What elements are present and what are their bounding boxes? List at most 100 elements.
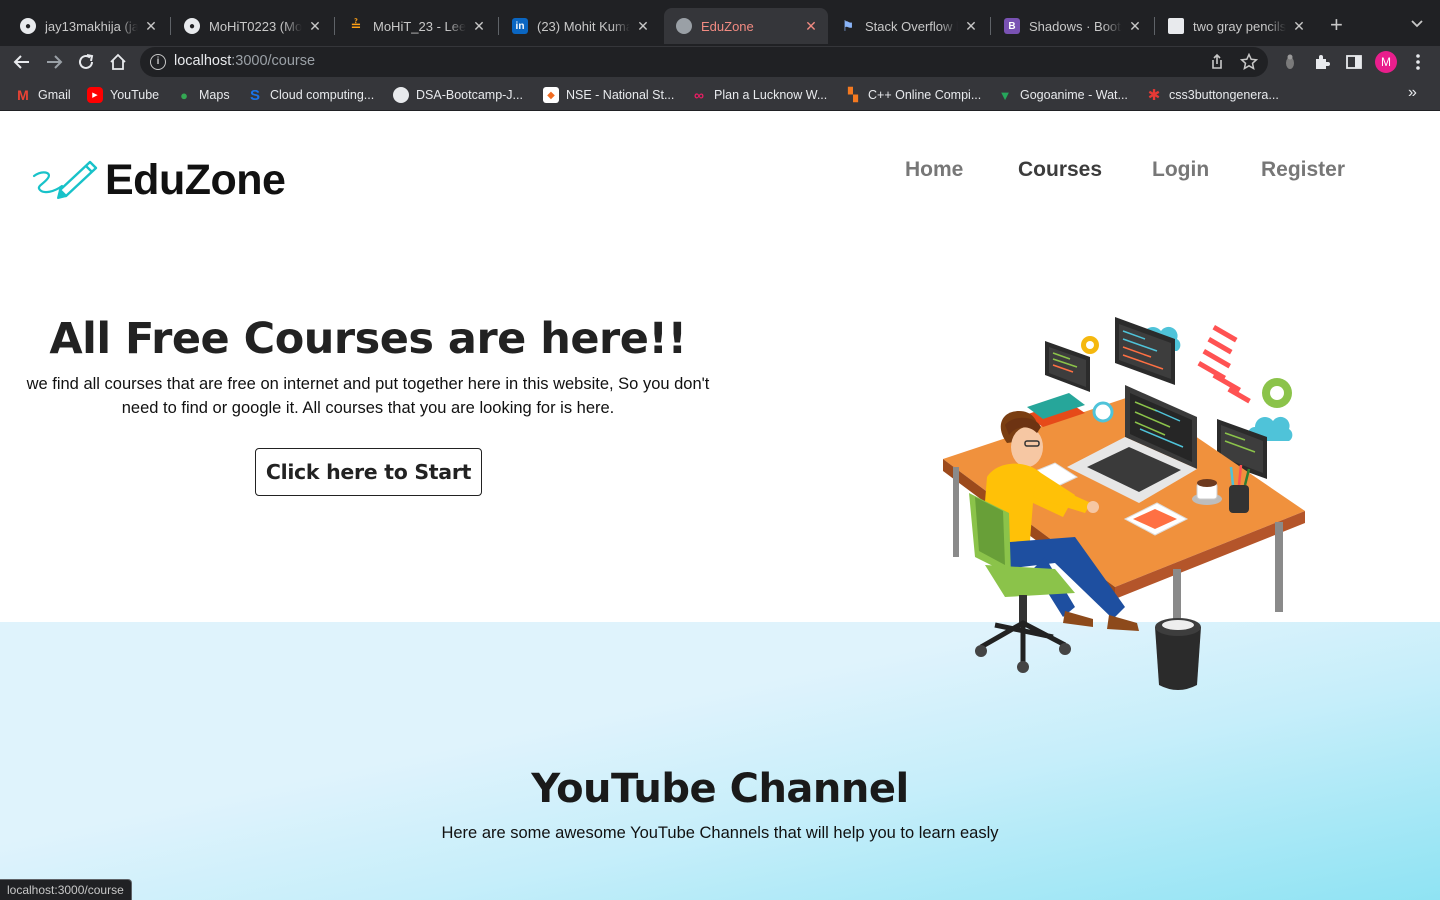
star-icon: ✱ bbox=[1147, 87, 1161, 104]
bookmark-cloud-computing[interactable]: S Cloud computing... bbox=[247, 86, 374, 104]
back-arrow-icon[interactable] bbox=[10, 50, 34, 74]
bookmark-css3buttongenerator[interactable]: ✱ css3buttongenera... bbox=[1146, 86, 1279, 104]
bookmark-label: DSA-Bootcamp-J... bbox=[416, 88, 523, 102]
status-bar-url: localhost:3000/course bbox=[0, 879, 132, 900]
forward-arrow-icon[interactable] bbox=[42, 50, 66, 74]
tab-title: (23) Mohit Kumar | LinkedIn bbox=[537, 18, 630, 34]
extension-icon[interactable] bbox=[1279, 51, 1301, 73]
side-panel-icon[interactable] bbox=[1343, 51, 1365, 73]
browser-tab[interactable]: ≟ MoHiT_23 - LeetCode Profile ✕ bbox=[336, 8, 496, 44]
leetcode-icon: ≟ bbox=[350, 18, 362, 33]
info-icon[interactable]: i bbox=[150, 54, 166, 70]
tab-title: MoHiT0223 (Mohit Kumar) bbox=[209, 18, 302, 34]
nav-link-login[interactable]: Login bbox=[1152, 158, 1209, 182]
url-path: :3000/course bbox=[231, 53, 316, 69]
bookmark-nse[interactable]: ◆ NSE - National St... bbox=[543, 86, 674, 104]
tab-title: Stack Overflow logo bbox=[865, 18, 958, 34]
infinity-icon: ∞ bbox=[694, 87, 704, 103]
close-icon[interactable]: ✕ bbox=[964, 18, 978, 35]
browser-tab[interactable]: ● jay13makhija (jay13makhija) ✕ bbox=[8, 8, 168, 44]
github-icon bbox=[393, 87, 409, 103]
browser-tab-active[interactable]: EduZone ✕ bbox=[664, 8, 828, 44]
close-icon[interactable]: ✕ bbox=[804, 18, 818, 35]
compiler-icon: ▚ bbox=[848, 87, 858, 102]
url-host: localhost bbox=[174, 53, 232, 69]
hero-title: All Free Courses are here!! bbox=[49, 314, 687, 364]
home-icon[interactable] bbox=[106, 50, 130, 74]
kebab-menu-icon[interactable] bbox=[1407, 51, 1429, 73]
github-icon: ● bbox=[20, 18, 36, 34]
bookmark-dsa-bootcamp[interactable]: DSA-Bootcamp-J... bbox=[393, 86, 523, 104]
clock-icon bbox=[1092, 401, 1114, 423]
profile-avatar[interactable]: M bbox=[1375, 51, 1397, 73]
youtube-icon: ▶ bbox=[87, 87, 103, 103]
bookmark-star-icon[interactable] bbox=[1240, 53, 1258, 71]
globe-icon bbox=[676, 18, 692, 34]
bookmark-label: Plan a Lucknow W... bbox=[714, 88, 828, 102]
url-text[interactable]: localhost:3000/course bbox=[174, 53, 315, 69]
tab-title: EduZone bbox=[701, 18, 754, 34]
page-content: EduZone Home Courses Login Register All … bbox=[0, 112, 1440, 900]
close-icon[interactable]: ✕ bbox=[308, 18, 322, 35]
start-button[interactable]: Click here to Start bbox=[255, 448, 482, 496]
linkedin-icon: in bbox=[512, 18, 528, 34]
bookmark-lucknow[interactable]: ∞ Plan a Lucknow W... bbox=[691, 86, 827, 104]
close-icon[interactable]: ✕ bbox=[472, 18, 486, 35]
pencil-holder bbox=[1229, 485, 1249, 513]
site-logo[interactable]: EduZone bbox=[32, 154, 292, 204]
close-icon[interactable]: ✕ bbox=[636, 18, 650, 35]
developer-desk-illustration bbox=[943, 317, 1305, 690]
tab-title: MoHiT_23 - LeetCode Profile bbox=[373, 18, 466, 34]
github-icon: ● bbox=[184, 18, 200, 34]
share-icon[interactable] bbox=[1208, 53, 1226, 71]
pencil-logo-icon bbox=[32, 160, 98, 199]
nse-icon: ◆ bbox=[543, 87, 559, 103]
bookmark-label: Maps bbox=[199, 88, 230, 102]
bookmarks-bar: M Gmail ▶ YouTube ● Maps S Cloud computing..… bbox=[0, 78, 1440, 111]
bootstrap-icon: B bbox=[1004, 18, 1020, 34]
bookmark-label: Cloud computing... bbox=[270, 88, 375, 102]
floating-monitor bbox=[1115, 317, 1175, 385]
browser-tab[interactable]: two gray pencils ✕ bbox=[1156, 8, 1316, 44]
trash-can bbox=[1155, 618, 1201, 690]
new-tab-icon[interactable]: + bbox=[1330, 14, 1343, 36]
chevron-double-right-icon[interactable]: » bbox=[1408, 84, 1417, 102]
code-blocks-decoration bbox=[1197, 325, 1251, 404]
browser-tab[interactable]: B Shadows · Bootstrap ✕ bbox=[992, 8, 1152, 44]
brand-name: EduZone bbox=[105, 156, 286, 204]
address-bar[interactable]: i localhost:3000/course bbox=[140, 47, 1268, 77]
browser-tab[interactable]: ⚑ Stack Overflow logo ✕ bbox=[828, 8, 988, 44]
bookmark-label: NSE - National St... bbox=[566, 88, 675, 102]
maps-pin-icon: ● bbox=[180, 87, 188, 103]
extensions-puzzle-icon[interactable] bbox=[1311, 51, 1333, 73]
youtube-section-title: YouTube Channel bbox=[531, 766, 909, 812]
gmail-icon: M bbox=[17, 87, 29, 103]
close-icon[interactable]: ✕ bbox=[1292, 18, 1306, 35]
tab-title: jay13makhija (jay13makhija) bbox=[45, 18, 138, 34]
bookmark-maps[interactable]: ● Maps bbox=[176, 86, 230, 104]
close-icon[interactable]: ✕ bbox=[1128, 18, 1142, 35]
youtube-section-subtitle: Here are some awesome YouTube Channels t… bbox=[441, 824, 999, 842]
nav-link-register[interactable]: Register bbox=[1261, 158, 1345, 182]
bookmark-cpp-compiler[interactable]: ▚ C++ Online Compi... bbox=[845, 86, 981, 104]
browser-tab[interactable]: ● MoHiT0223 (Mohit Kumar) ✕ bbox=[172, 8, 332, 44]
bookmark-label: css3buttongenera... bbox=[1169, 88, 1279, 102]
reload-icon[interactable] bbox=[74, 50, 98, 74]
chevron-down-icon[interactable] bbox=[1410, 17, 1424, 31]
close-icon[interactable]: ✕ bbox=[144, 18, 158, 35]
bookmark-youtube[interactable]: ▶ YouTube bbox=[87, 86, 159, 104]
flag-icon: ⚑ bbox=[841, 17, 855, 34]
tab-title: two gray pencils bbox=[1193, 18, 1286, 34]
browser-tab[interactable]: in (23) Mohit Kumar | LinkedIn ✕ bbox=[500, 8, 660, 44]
bookmark-gmail[interactable]: M Gmail bbox=[15, 86, 71, 104]
bookmark-label: YouTube bbox=[110, 88, 160, 102]
nav-link-courses[interactable]: Courses bbox=[1018, 158, 1102, 182]
nav-link-home[interactable]: Home bbox=[905, 158, 963, 182]
bookmark-gogoanime[interactable]: ▼ Gogoanime - Wat... bbox=[997, 86, 1128, 104]
cloud-icon: S bbox=[249, 86, 260, 104]
bookmark-label: C++ Online Compi... bbox=[868, 88, 982, 102]
browser-toolbar: i localhost:3000/course M bbox=[0, 46, 1440, 78]
hero-description: we find all courses that are free on int… bbox=[26, 375, 710, 417]
unsplash-icon bbox=[1168, 18, 1184, 34]
gogoanime-icon: ▼ bbox=[998, 87, 1012, 103]
